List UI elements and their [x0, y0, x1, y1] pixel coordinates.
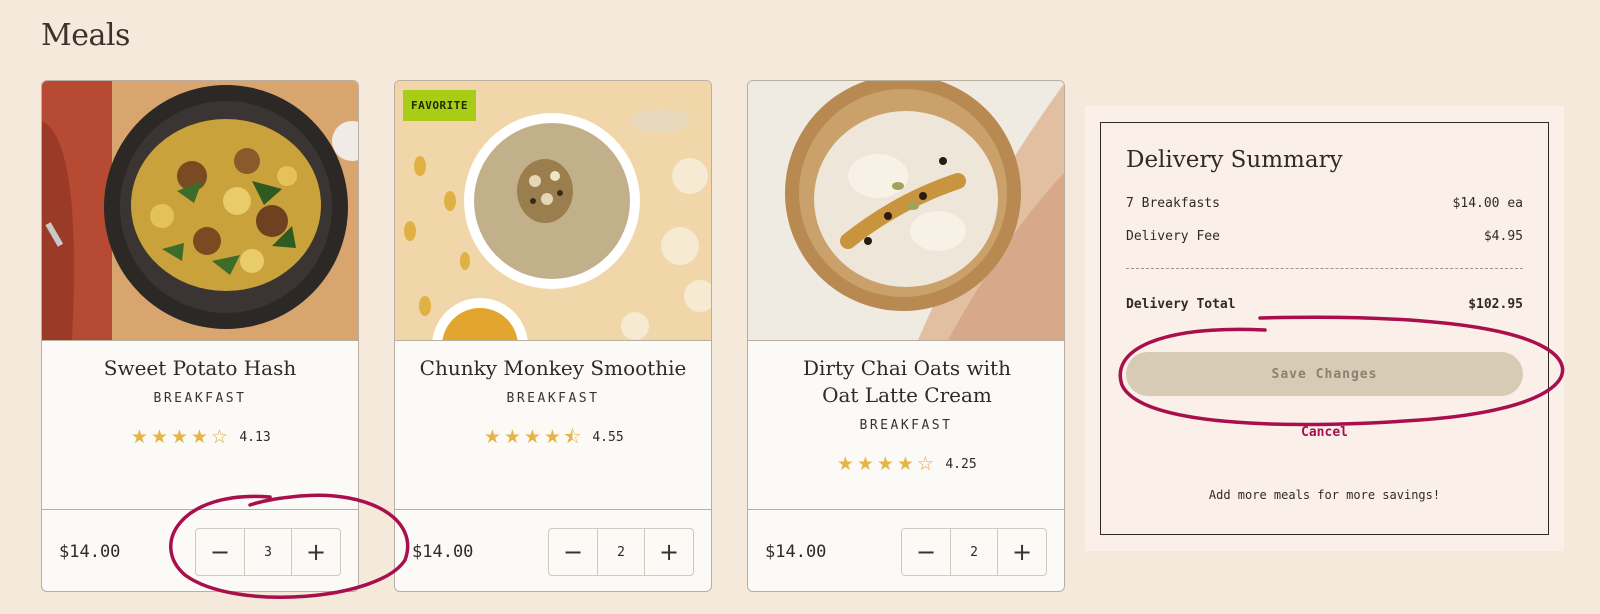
meal-price: $14.00: [412, 542, 474, 562]
card-footer: $14.00 − 3 +: [42, 509, 358, 591]
meal-name[interactable]: Dirty Chai Oats with Oat Latte Cream: [792, 355, 1022, 409]
quantity-value: 2: [950, 529, 998, 575]
star-half-icon: ⯪: [563, 426, 582, 448]
star-icon: ★: [190, 426, 208, 448]
quantity-stepper: − 2 +: [548, 528, 694, 576]
line-value: $14.00 ea: [1452, 196, 1523, 211]
meal-card-dirty-chai-oats[interactable]: Dirty Chai Oats with Oat Latte Cream BRE…: [747, 80, 1065, 592]
star-empty-icon: ☆: [210, 426, 228, 448]
delivery-summary-box: Delivery Summary 7 Breakfasts $14.00 ea …: [1100, 122, 1549, 535]
cancel-link[interactable]: Cancel: [1101, 425, 1548, 440]
star-icon: ★: [150, 426, 168, 448]
meal-card-chunky-monkey-smoothie[interactable]: FAVORITE Chunky Monkey Smoothie BREAKFAS…: [394, 80, 712, 592]
meal-photo[interactable]: [748, 81, 1064, 341]
star-icon: ★: [876, 453, 894, 475]
star-icon: ★: [856, 453, 874, 475]
decrease-quantity-button[interactable]: −: [549, 529, 597, 575]
summary-line-delivery-fee: Delivery Fee $4.95: [1126, 229, 1523, 244]
summary-total: Delivery Total $102.95: [1126, 297, 1523, 312]
star-icon: ★: [130, 426, 148, 448]
summary-divider: [1126, 268, 1523, 269]
meal-photo[interactable]: [42, 81, 358, 341]
line-value: $4.95: [1483, 229, 1523, 244]
meal-category: BREAKFAST: [506, 391, 600, 406]
savings-note: Add more meals for more savings!: [1208, 488, 1441, 502]
meal-price: $14.00: [59, 542, 121, 562]
meal-category: BREAKFAST: [153, 391, 247, 406]
decrease-quantity-button[interactable]: −: [196, 529, 244, 575]
rating-value: 4.25: [945, 457, 977, 472]
delivery-summary-panel: Delivery Summary 7 Breakfasts $14.00 ea …: [1085, 106, 1564, 551]
quantity-stepper: − 2 +: [901, 528, 1047, 576]
quantity-value: 3: [244, 529, 292, 575]
summary-line-breakfasts: 7 Breakfasts $14.00 ea: [1126, 196, 1523, 211]
meal-rating: ★ ★ ★ ★ ⯪ 4.55: [395, 428, 711, 447]
meal-price: $14.00: [765, 542, 827, 562]
card-footer: $14.00 − 2 +: [748, 509, 1064, 591]
summary-title: Delivery Summary: [1126, 147, 1343, 173]
save-changes-button[interactable]: Save Changes: [1126, 352, 1523, 396]
star-icon: ★: [836, 453, 854, 475]
meal-rating: ★ ★ ★ ★ ☆ 4.13: [42, 428, 358, 447]
meal-name[interactable]: Sweet Potato Hash: [52, 355, 348, 382]
star-icon: ★: [503, 426, 521, 448]
line-label: 7 Breakfasts: [1126, 196, 1220, 211]
meal-rating: ★ ★ ★ ★ ☆ 4.25: [748, 455, 1064, 474]
meal-card-sweet-potato-hash[interactable]: Sweet Potato Hash BREAKFAST ★ ★ ★ ★ ☆ 4.…: [41, 80, 359, 592]
meal-photo[interactable]: FAVORITE: [395, 81, 711, 341]
quantity-stepper: − 3 +: [195, 528, 341, 576]
increase-quantity-button[interactable]: +: [645, 529, 693, 575]
rating-value: 4.13: [239, 430, 271, 445]
star-icon: ★: [543, 426, 561, 448]
quantity-value: 2: [597, 529, 645, 575]
star-icon: ★: [483, 426, 501, 448]
total-value: $102.95: [1468, 297, 1523, 312]
star-icon: ★: [523, 426, 541, 448]
line-label: Delivery Fee: [1126, 229, 1220, 244]
card-footer: $14.00 − 2 +: [395, 509, 711, 591]
page-title: Meals: [41, 18, 130, 53]
star-icon: ★: [896, 453, 914, 475]
meal-category: BREAKFAST: [859, 418, 953, 433]
star-icon: ★: [170, 426, 188, 448]
increase-quantity-button[interactable]: +: [292, 529, 340, 575]
star-empty-icon: ☆: [916, 453, 934, 475]
increase-quantity-button[interactable]: +: [998, 529, 1046, 575]
meal-name[interactable]: Chunky Monkey Smoothie: [405, 355, 701, 382]
decrease-quantity-button[interactable]: −: [902, 529, 950, 575]
favorite-badge: FAVORITE: [403, 90, 476, 121]
total-label: Delivery Total: [1126, 297, 1236, 312]
rating-value: 4.55: [592, 430, 624, 445]
